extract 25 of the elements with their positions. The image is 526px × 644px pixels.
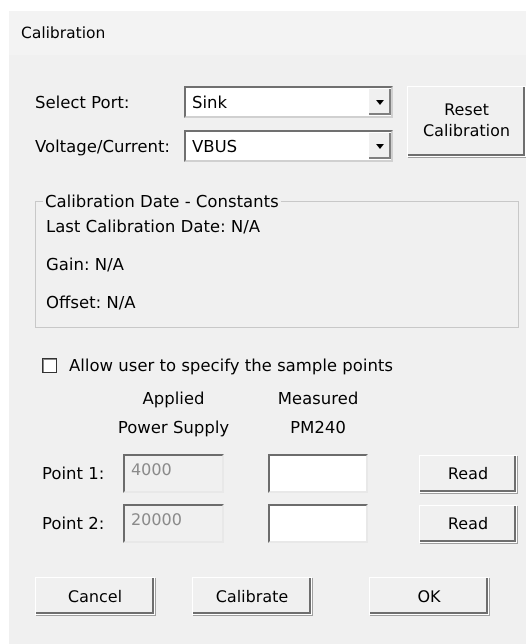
column-header: PM240 <box>290 418 346 437</box>
dialog-button[interactable]: OK <box>369 577 489 615</box>
field-label: Voltage/Current: <box>35 136 171 156</box>
column-header: Measured <box>278 389 358 408</box>
caret-icon <box>376 100 384 104</box>
point-label: Point 2: <box>42 514 106 533</box>
info-text: Offset: N/A <box>46 293 137 314</box>
checkbox[interactable] <box>42 358 57 373</box>
column-header: Power Supply <box>118 418 230 437</box>
input-field[interactable] <box>268 454 368 493</box>
dropdown[interactable]: VBUS <box>184 130 393 162</box>
dropdown[interactable]: Sink <box>184 86 393 118</box>
checkbox-label: Allow user to specify the sample points <box>69 356 393 375</box>
group-title: Calibration Date - Constants <box>44 192 280 211</box>
reset-button[interactable]: Reset Calibration <box>407 86 526 157</box>
info-text: Last Calibration Date: N/A <box>46 217 262 238</box>
window-title: Calibration <box>21 24 106 42</box>
field-label: Select Port: <box>35 92 130 112</box>
column-header: Applied <box>142 389 205 408</box>
dialog-button[interactable]: Cancel <box>35 577 155 615</box>
info-text: Gain: N/A <box>46 255 125 276</box>
dialog-button[interactable]: Calibrate <box>192 577 312 615</box>
point-label: Point 1: <box>42 464 106 483</box>
caret-icon <box>376 144 384 148</box>
input-field[interactable] <box>268 504 368 543</box>
